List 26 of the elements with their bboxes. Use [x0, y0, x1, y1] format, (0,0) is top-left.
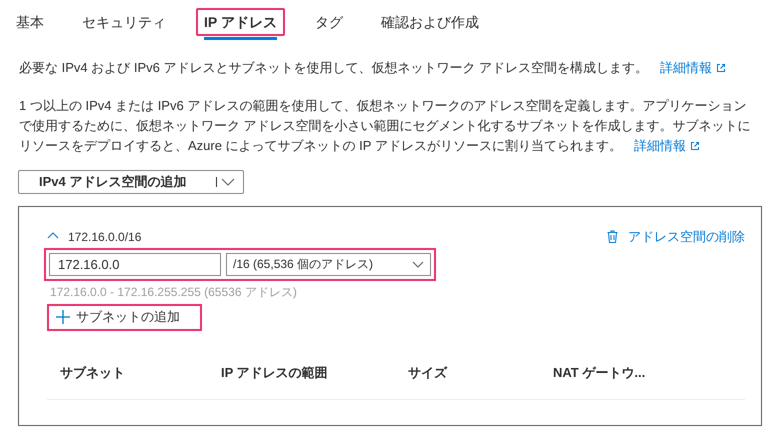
column-header: NAT ゲートウ... [553, 364, 646, 382]
delete-address-space-button[interactable]: アドレス空間の削除 [607, 226, 745, 246]
description-text: 1 つ以上の IPv4 または IPv6 アドレスの範囲を使用して、仮想ネットワークのアドレス空間を定義します。アプリケーションで使用するために、仮想ネットワーク アドレス空間を小さい範囲にセグメント化するサブネットを作成します。サブネットにリソースをデプロイすると、Azure によってサブネットの IP アドレスがリソースに割り当てられます。 詳細情報 [19, 96, 752, 154]
external-link-icon [716, 63, 726, 73]
add-address-space-button[interactable]: IPv4 アドレス空間の追加 [18, 170, 244, 194]
external-link-icon [690, 140, 700, 150]
learn-more-link[interactable]: 詳細情報 [660, 60, 712, 75]
tab[interactable]: 確認および作成 [372, 8, 487, 36]
prefix-dropdown[interactable]: /16 (65,536 個のアドレス) [226, 252, 431, 276]
tab[interactable]: 基本 [8, 8, 52, 36]
address-space-title: 172.16.0.0/16 [68, 228, 142, 246]
chevron-up-icon[interactable] [47, 230, 59, 238]
chevron-down-icon [221, 178, 235, 186]
column-header: IP アドレスの範囲 [221, 364, 329, 382]
trash-icon [607, 230, 618, 243]
address-field[interactable]: 172.16.0.0 [49, 252, 221, 276]
plus-icon [56, 310, 70, 324]
column-header: サイズ [408, 364, 448, 382]
intro-text: 必要な IPv4 および IPv6 アドレスとサブネットを使用して、仮想ネットワーク アドレス空間を構成します。 詳細情報 [19, 58, 768, 78]
tab[interactable]: セキュリティ [74, 8, 174, 36]
tab[interactable]: タグ [306, 8, 351, 36]
column-header: サブネット [59, 364, 126, 382]
address-range-hint: 172.16.0.0 - 172.16.255.255 (65536 アドレス) [50, 284, 298, 300]
learn-more-link[interactable]: 詳細情報 [634, 138, 686, 152]
chevron-down-icon [412, 260, 424, 268]
add-subnet-button[interactable]: サブネットの追加 [47, 304, 202, 330]
